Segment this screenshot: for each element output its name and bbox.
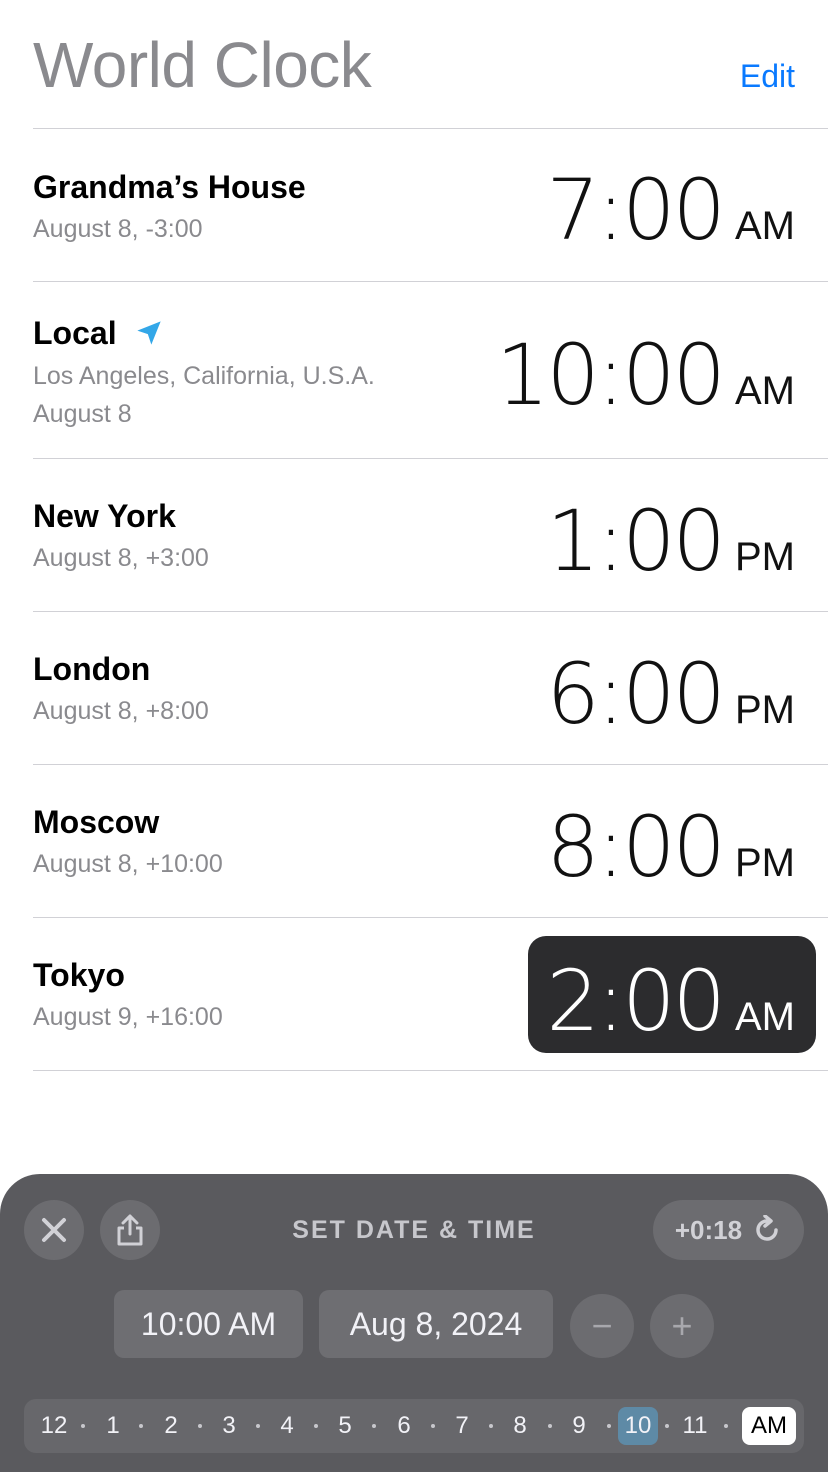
city-date-offset: August 8, +8:00	[33, 697, 209, 725]
separator-dot	[431, 1424, 435, 1428]
separator-dot	[607, 1424, 611, 1428]
separator-dot	[81, 1424, 85, 1428]
clock-row-new-york[interactable]: New York August 8, +3:00 1:00 PM	[33, 459, 828, 611]
location-arrow-icon	[137, 321, 162, 345]
hour-scrubber[interactable]: 12 1 2 3 4 5 6 7 8 9 10 11 AM	[24, 1399, 804, 1453]
ampm-toggle[interactable]: AM	[742, 1407, 796, 1445]
city-name: London	[33, 651, 151, 687]
clock-time: 6:00 PM	[546, 645, 795, 743]
city-name-row: Local	[33, 313, 163, 353]
clock-list: Grandma’s House August 8, -3:00 7:00 AM …	[33, 128, 828, 1071]
time-ampm: PM	[735, 841, 795, 885]
city-date-offset: August 8, +10:00	[33, 850, 223, 878]
edit-button[interactable]: Edit	[740, 56, 795, 96]
time-ampm: PM	[735, 688, 795, 732]
clock-time: 1:00 PM	[546, 492, 795, 590]
clock-row-london[interactable]: London August 8, +8:00 6:00 PM	[33, 612, 828, 764]
clock-row-local[interactable]: Local Los Angeles, California, U.S.A. Au…	[33, 282, 828, 458]
separator-dot	[198, 1424, 202, 1428]
time-digits: 8:00	[546, 798, 726, 896]
decrement-button[interactable]: −	[570, 1294, 634, 1358]
city-location: Los Angeles, California, U.S.A.	[33, 362, 375, 390]
page-title: World Clock	[33, 29, 372, 101]
clock-time: 7:00 AM	[546, 161, 795, 259]
clock-row-tokyo[interactable]: Tokyo August 9, +16:00 2:00 AM	[33, 918, 828, 1070]
city-name: Tokyo	[33, 957, 125, 993]
time-digits: 10:00	[495, 326, 726, 424]
set-date-time-panel: SET DATE & TIME +0:18 10:00 AM Aug 8, 20…	[0, 1174, 828, 1472]
reset-icon	[756, 1215, 778, 1241]
clock-time: 10:00 AM	[496, 326, 795, 424]
divider	[33, 1070, 828, 1071]
separator-dot	[256, 1424, 260, 1428]
time-ampm: AM	[735, 204, 795, 248]
time-digits: 2:00	[546, 952, 726, 1050]
hour-option[interactable]: 1	[98, 1399, 128, 1453]
hour-option[interactable]: 6	[389, 1399, 419, 1453]
city-name: Grandma’s House	[33, 169, 306, 205]
separator-dot	[314, 1424, 318, 1428]
hour-option-selected[interactable]: 10	[618, 1407, 658, 1445]
city-date: August 8	[33, 400, 132, 428]
clock-time: 8:00 PM	[546, 798, 795, 896]
hour-option[interactable]: 2	[156, 1399, 186, 1453]
clock-row-moscow[interactable]: Moscow August 8, +10:00 8:00 PM	[33, 765, 828, 917]
time-offset: +0:18	[674, 1214, 743, 1245]
separator-dot	[548, 1424, 552, 1428]
time-digits: 7:00	[546, 161, 726, 259]
time-field[interactable]: 10:00 AM	[114, 1290, 303, 1358]
city-name: Local	[33, 315, 117, 351]
city-name: New York	[33, 498, 176, 534]
hour-option[interactable]: 12	[36, 1399, 72, 1453]
header: World Clock Edit	[33, 28, 795, 108]
separator-dot	[489, 1424, 493, 1428]
time-ampm: AM	[735, 995, 795, 1039]
city-name: Moscow	[33, 804, 160, 840]
hour-option[interactable]: 3	[214, 1399, 244, 1453]
date-field[interactable]: Aug 8, 2024	[319, 1290, 553, 1358]
time-ampm: AM	[735, 369, 795, 413]
time-offset-reset-button[interactable]: +0:18	[653, 1200, 804, 1260]
city-date-offset: August 8, -3:00	[33, 215, 203, 243]
hour-option[interactable]: 4	[272, 1399, 302, 1453]
hour-option[interactable]: 7	[447, 1399, 477, 1453]
time-digits: 1:00	[546, 492, 726, 590]
clock-row-grandmas-house[interactable]: Grandma’s House August 8, -3:00 7:00 AM	[33, 129, 828, 281]
time-digits: 6:00	[546, 645, 726, 743]
time-ampm: PM	[735, 535, 795, 579]
hour-option[interactable]: 5	[330, 1399, 360, 1453]
city-date-offset: August 8, +3:00	[33, 544, 209, 572]
clock-time: 2:00 AM	[546, 952, 795, 1050]
hour-option[interactable]: 9	[564, 1399, 594, 1453]
hour-option[interactable]: 8	[505, 1399, 535, 1453]
separator-dot	[665, 1424, 669, 1428]
separator-dot	[724, 1424, 728, 1428]
increment-button[interactable]: +	[650, 1294, 714, 1358]
separator-dot	[372, 1424, 376, 1428]
hour-option[interactable]: 11	[678, 1399, 712, 1453]
city-date-offset: August 9, +16:00	[33, 1003, 223, 1031]
separator-dot	[139, 1424, 143, 1428]
